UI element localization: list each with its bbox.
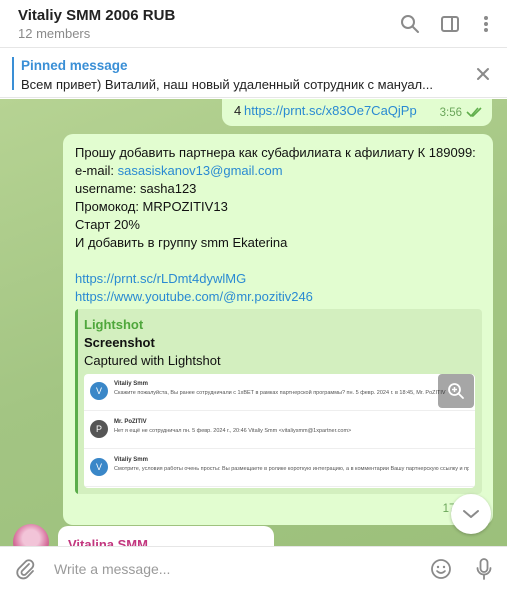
preview-accent-bar xyxy=(75,309,78,494)
message-time: 3:56 xyxy=(439,107,462,119)
incoming-message[interactable]: Vitalina SMM xyxy=(58,526,274,546)
message-author[interactable]: Vitalina SMM xyxy=(68,537,148,546)
paperclip-icon[interactable] xyxy=(13,557,37,581)
member-count[interactable]: 12 members xyxy=(18,26,90,41)
pinned-message-bar[interactable]: Pinned message Всем привет) Виталий, наш… xyxy=(0,49,507,98)
list-item-text: Скажите пожалуйста, Вы ранее сотрудничал… xyxy=(114,390,446,396)
scroll-down-button[interactable] xyxy=(451,494,491,534)
list-item: V Vitaliy Smm Скажите пожалуйста, Вы ран… xyxy=(84,374,475,411)
list-item-name: Vitaliy Smm xyxy=(114,381,148,387)
message-link[interactable]: https://www.youtube.com/@mr.pozitiv246 xyxy=(75,289,313,304)
list-item: V Vitaliy Smm Смотрите, условия работы о… xyxy=(84,450,475,487)
pinned-text: Всем привет) Виталий, наш новый удаленны… xyxy=(21,77,433,92)
message-input[interactable] xyxy=(54,557,384,581)
message-text: 4 xyxy=(234,103,242,118)
message-link[interactable]: https://prnt.sc/x83Oe7CaQjPp xyxy=(244,103,417,118)
pinned-accent-bar xyxy=(12,57,14,90)
link-preview[interactable]: Lightshot Screenshot Captured with Light… xyxy=(75,309,482,494)
avatar[interactable] xyxy=(13,524,49,546)
message-line: e-mail: sasasiskanov13@gmail.com xyxy=(75,163,283,178)
chat-area[interactable]: 4 https://prnt.sc/x83Oe7CaQjPp 3:56 Прош… xyxy=(0,99,507,546)
chat-title[interactable]: Vitaliy SMM 2006 RUB xyxy=(18,7,175,24)
list-item-text: Нет я ещё не сотрудничал пн. 5 февр. 202… xyxy=(114,428,352,434)
email-label: e-mail: xyxy=(75,163,115,178)
close-icon[interactable] xyxy=(473,64,493,84)
avatar: V xyxy=(90,382,108,400)
more-icon[interactable] xyxy=(474,12,498,36)
chat-header: Vitaliy SMM 2006 RUB 12 members xyxy=(0,0,507,48)
pinned-title: Pinned message xyxy=(21,58,128,73)
preview-description: Captured with Lightshot xyxy=(84,353,221,368)
sidebar-toggle-icon[interactable] xyxy=(438,12,462,36)
list-item-text: Смотрите, условия работы очень просты: В… xyxy=(114,466,469,472)
list-item-name: Mr. PoZITIV xyxy=(114,419,147,425)
email-link[interactable]: sasasiskanov13@gmail.com xyxy=(118,163,283,178)
avatar: P xyxy=(90,420,108,438)
outgoing-message[interactable]: 4 https://prnt.sc/x83Oe7CaQjPp 3:56 xyxy=(222,99,492,126)
message-line: username: sasha123 xyxy=(75,181,197,196)
message-line: И добавить в группу smm Ekaterina xyxy=(75,235,288,250)
preview-site-name: Lightshot xyxy=(84,317,144,332)
list-item: P Mr. PoZITIV Нет я ещё не сотрудничал п… xyxy=(84,412,475,449)
preview-image[interactable]: V Vitaliy Smm Скажите пожалуйста, Вы ран… xyxy=(84,374,475,488)
double-check-icon xyxy=(466,106,484,121)
chevron-down-icon xyxy=(463,510,479,518)
preview-title: Screenshot xyxy=(84,335,155,350)
message-composer xyxy=(0,546,507,589)
outgoing-message[interactable]: Прошу добавить партнера как субафилиата … xyxy=(63,134,493,525)
avatar: V xyxy=(90,458,108,476)
microphone-icon[interactable] xyxy=(472,557,496,581)
message-line: Старт 20% xyxy=(75,217,140,232)
zoom-icon[interactable] xyxy=(438,374,474,408)
message-line: Прошу добавить партнера как субафилиата … xyxy=(75,145,476,160)
message-link[interactable]: https://prnt.sc/rLDmt4dywlMG xyxy=(75,271,246,286)
message-line: Промокод: MRPOZITIV13 xyxy=(75,199,228,214)
search-icon[interactable] xyxy=(398,12,422,36)
emoji-icon[interactable] xyxy=(429,557,453,581)
list-item-name: Vitaliy Smm xyxy=(114,457,148,463)
